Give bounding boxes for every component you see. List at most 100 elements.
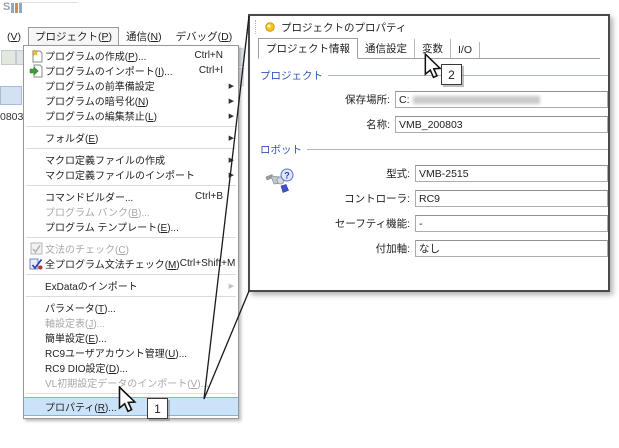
field-value-model: VMB-2515 <box>419 168 469 180</box>
field-row-project-name: 名称: VMB_200803 <box>258 116 608 133</box>
menu-item-label: プログラムの編集禁止(L) <box>45 108 157 123</box>
field-label-project-name: 名称: <box>258 117 395 132</box>
group-header-line <box>328 75 608 76</box>
field-row-model: 型式:VMB-2515 <box>258 165 608 182</box>
menu-item-program-preparation-settings[interactable]: プログラムの前準備設定 ▶ <box>24 78 238 93</box>
menu-item-easy-setting[interactable]: 簡単設定(E)... <box>24 330 238 345</box>
tree-selection-fragment <box>0 86 22 105</box>
menu-item-axis-setting-table[interactable]: 軸設定表(J)... <box>24 315 238 330</box>
field-row-controller: コントローラ:RC9 <box>258 190 608 207</box>
menu-item-import-macro-definition-file[interactable]: マクロ定義ファイルのインポート ▶ <box>24 167 238 182</box>
tab-communication-settings[interactable]: 通信設定 <box>358 39 415 58</box>
menu-separator <box>26 126 236 127</box>
logo-letter: S <box>3 1 10 13</box>
logo-bar-icon <box>11 3 14 13</box>
menu-item-label: プロパティ(R)... <box>45 399 117 414</box>
field-input-save-location[interactable]: C: <box>395 91 608 108</box>
field-value-safety-function: - <box>419 218 423 230</box>
menu-item-label: プログラム バンク(B)... <box>45 204 150 219</box>
menu-item-shortcut: Ctrl+B <box>195 191 235 202</box>
project-name-fragment: 0803 <box>0 111 23 123</box>
menu-item-folder[interactable]: フォルダ(E) ▶ <box>24 130 238 145</box>
field-input-safety-function[interactable]: - <box>415 215 608 232</box>
field-row-save-location: 保存場所: C: <box>258 91 608 108</box>
field-input-extra-axis[interactable]: なし <box>415 240 608 257</box>
field-label-safety-function: セーフティ機能: <box>258 216 415 231</box>
menu-item-program-bank[interactable]: プログラム バンク(B)... <box>24 204 238 219</box>
menu-item-label: RC9 DIO設定(D)... <box>45 360 128 375</box>
submenu-arrow-icon: ▶ <box>229 97 234 105</box>
menu-separator <box>26 185 236 186</box>
menu-item-label: RC9ユーザアカウント管理(U)... <box>45 345 187 360</box>
submenu-arrow-icon: ▶ <box>229 134 234 142</box>
menu-item-label: 軸設定表(J)... <box>45 315 105 330</box>
submenu-arrow-icon: ▶ <box>229 282 234 290</box>
dialog-titlebar: プロジェクトのプロパティ <box>250 16 608 38</box>
menu-item-shortcut: Ctrl+Shift+M <box>180 258 238 269</box>
menu-item-label: プログラムの暗号化(N) <box>45 93 149 108</box>
toolbar-fragment-icon <box>1 50 16 65</box>
menu-item-program-template[interactable]: プログラム テンプレート(E)... <box>24 219 238 234</box>
submenu-arrow-icon: ▶ <box>229 171 234 179</box>
menu-item-create-macro-definition-file[interactable]: マクロ定義ファイルの作成▶ <box>24 152 238 167</box>
group-header: ロボット <box>260 142 608 157</box>
menu-item-label: プログラムの作成(P)... <box>45 48 146 63</box>
tab-project-info[interactable]: プロジェクト情報 <box>258 38 358 59</box>
menu-item-program-edit-protect[interactable]: プログラムの編集禁止(L)▶ <box>24 108 238 123</box>
logo-bar-icon <box>15 3 18 13</box>
submenu-arrow-icon: ▶ <box>229 82 234 90</box>
field-value-save-location: C: <box>399 94 410 106</box>
submenu-arrow-icon: ▶ <box>229 156 234 164</box>
field-value-project-name: VMB_200803 <box>399 119 463 131</box>
menu-item-label: プログラム テンプレート(E)... <box>45 219 179 234</box>
group-label-project: プロジェクト <box>260 68 323 83</box>
menubar-item-debug[interactable]: デバッグ(D) <box>169 27 240 46</box>
grip-icon <box>255 20 257 34</box>
tab-io[interactable]: I/O <box>451 42 480 58</box>
robot-help-icon: ? <box>264 164 298 201</box>
menu-item-import-program[interactable]: プログラムのインポート(I)... Ctrl+I <box>24 63 238 78</box>
menu-item-label: フォルダ(E) <box>45 130 98 145</box>
logo-bar-icon <box>19 3 22 13</box>
menubar-item-view-fragment[interactable]: (V) <box>0 29 28 45</box>
menu-item-label: 文法のチェック(C) <box>45 241 129 256</box>
menu-item-label: プログラムのインポート(I)... <box>45 63 172 78</box>
redacted-text <box>413 96 540 104</box>
menu-separator <box>26 148 236 149</box>
field-value-controller: RC9 <box>419 193 440 205</box>
menu-item-parameter[interactable]: パラメータ(T)... <box>24 300 238 315</box>
project-menu-dropdown: プログラムの作成(P)... Ctrl+N プログラムのインポート(I)... Ctr… <box>23 45 239 419</box>
menu-item-rc9-dio-setting[interactable]: RC9 DIO設定(D)... <box>24 360 238 375</box>
menu-item-grammar-check-all[interactable]: 全プログラム文法チェック(M)Ctrl+Shift+M <box>24 256 238 271</box>
menu-separator <box>26 274 236 275</box>
field-input-controller[interactable]: RC9 <box>415 190 608 207</box>
cursor-arrow-1 <box>115 386 142 413</box>
menu-item-command-builder[interactable]: コマンドビルダー... Ctrl+B <box>24 189 238 204</box>
import-program-icon <box>27 64 45 78</box>
grammar-check-icon <box>27 242 45 255</box>
menu-item-label: パラメータ(T)... <box>45 300 116 315</box>
grammar-check-all-icon <box>27 257 45 271</box>
menubar-item-communication[interactable]: 通信(N) <box>119 27 169 46</box>
field-input-project-name[interactable]: VMB_200803 <box>395 116 608 133</box>
menu-item-exdata-import[interactable]: ExDataのインポート ▶ <box>24 278 238 293</box>
menu-item-shortcut: Ctrl+N <box>194 50 235 61</box>
field-input-model[interactable]: VMB-2515 <box>415 165 608 182</box>
menu-item-rc9-user-account[interactable]: RC9ユーザアカウント管理(U)... <box>24 345 238 360</box>
menu-item-grammar-check[interactable]: 文法のチェック(C) <box>24 241 238 256</box>
menu-item-program-encryption[interactable]: プログラムの暗号化(N) ▶ <box>24 93 238 108</box>
menu-item-label: コマンドビルダー... <box>45 189 133 204</box>
dialog-content: プロジェクト保存場所: C: 名称: VMB_200803 ロボット?型式:VMB-25… <box>250 68 608 257</box>
field-label-save-location: 保存場所: <box>258 92 395 107</box>
menu-separator <box>26 296 236 297</box>
menubar-item-project[interactable]: プロジェクト(P) <box>28 27 119 46</box>
group-header-line <box>307 149 608 150</box>
menu-item-label: ExDataのインポート <box>45 278 138 293</box>
dialog-title: プロジェクトのプロパティ <box>281 20 406 35</box>
group-label-robot: ロボット <box>260 142 302 157</box>
menu-item-shortcut: Ctrl+I <box>199 65 235 76</box>
menu-item-label: マクロ定義ファイルのインポート <box>45 167 195 182</box>
menu-item-label: プログラムの前準備設定 <box>45 78 155 93</box>
menu-item-create-program[interactable]: プログラムの作成(P)... Ctrl+N <box>24 48 238 63</box>
window-edge-fragment <box>18 2 78 3</box>
